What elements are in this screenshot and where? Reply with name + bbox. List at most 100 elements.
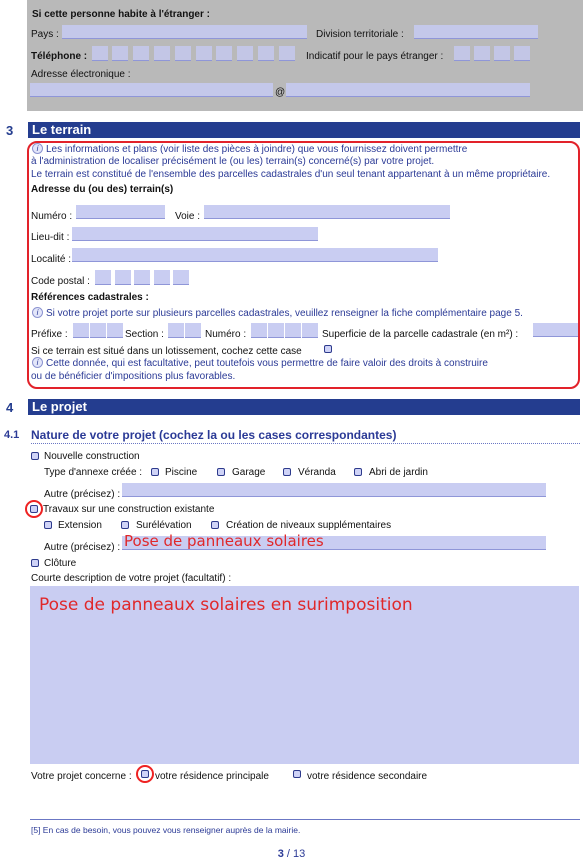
- footnote: [5] En cas de besoin, vous pouvez vous r…: [31, 825, 301, 835]
- indicatif-digit[interactable]: [514, 46, 530, 61]
- terrain-info-line1: Les informations et plans (voir liste de…: [46, 144, 468, 155]
- cloture-label: Clôture: [44, 558, 77, 569]
- page-separator: /: [283, 848, 294, 860]
- code-postal-label: Code postal :: [31, 276, 90, 287]
- telephone-digit[interactable]: [92, 46, 108, 61]
- cadastral-numero-digit[interactable]: [285, 323, 301, 338]
- autre1-field[interactable]: [122, 483, 546, 497]
- cadastral-numero-digit[interactable]: [302, 323, 318, 338]
- code-postal-digit[interactable]: [134, 270, 150, 285]
- cadastral-info: Si votre projet porte sur plusieurs parc…: [46, 308, 523, 319]
- section-label: Section :: [125, 329, 164, 340]
- veranda-label: Véranda: [298, 467, 336, 478]
- prefixe-digit[interactable]: [90, 323, 106, 338]
- surelevation-label: Surélévation: [136, 520, 192, 531]
- telephone-digit[interactable]: [133, 46, 149, 61]
- principale-checkbox[interactable]: [141, 770, 149, 778]
- telephone-digit[interactable]: [258, 46, 274, 61]
- telephone-digit[interactable]: [196, 46, 212, 61]
- adresse-label: Adresse électronique :: [31, 69, 131, 80]
- telephone-digit[interactable]: [237, 46, 253, 61]
- pays-field[interactable]: [62, 25, 307, 39]
- cadastral-numero-digit[interactable]: [251, 323, 267, 338]
- niveaux-label: Création de niveaux supplémentaires: [226, 520, 392, 531]
- code-postal-digit[interactable]: [154, 270, 170, 285]
- code-postal-digit[interactable]: [115, 270, 131, 285]
- cloture-checkbox[interactable]: [31, 559, 39, 567]
- numero-field[interactable]: [76, 205, 165, 219]
- superficie-field[interactable]: [533, 323, 578, 337]
- code-postal-digit[interactable]: [95, 270, 111, 285]
- voie-label: Voie :: [175, 211, 201, 222]
- piscine-checkbox[interactable]: [151, 468, 159, 476]
- autre2-handwritten-value: Pose de panneaux solaires: [124, 532, 324, 550]
- telephone-digit[interactable]: [112, 46, 128, 61]
- nouvelle-construction-checkbox[interactable]: [31, 452, 39, 460]
- division-label: Division territoriale :: [316, 29, 404, 40]
- prefixe-digit[interactable]: [107, 323, 123, 338]
- autre2-label: Autre (précisez) :: [44, 542, 121, 553]
- division-field[interactable]: [414, 25, 538, 39]
- telephone-digit[interactable]: [154, 46, 170, 61]
- veranda-checkbox[interactable]: [283, 468, 291, 476]
- lieudit-label: Lieu-dit :: [31, 232, 70, 243]
- prefixe-digit[interactable]: [73, 323, 89, 338]
- section4-title: Le projet: [28, 399, 580, 415]
- localite-field[interactable]: [72, 248, 438, 262]
- autre1-label: Autre (précisez) :: [44, 489, 121, 500]
- secondaire-label: votre résidence secondaire: [307, 771, 428, 782]
- page-total: 13: [293, 848, 306, 860]
- terrain-address-title: Adresse du (ou des) terrain(s): [31, 184, 174, 195]
- indicatif-digit[interactable]: [474, 46, 490, 61]
- extension-label: Extension: [58, 520, 102, 531]
- courte-description-label: Courte description de votre projet (facu…: [31, 573, 232, 584]
- section4-number: 4: [6, 400, 14, 415]
- info-icon: i: [32, 143, 43, 154]
- garage-label: Garage: [232, 467, 266, 478]
- at-sign: @: [275, 87, 286, 98]
- section3-number: 3: [6, 123, 14, 138]
- piscine-label: Piscine: [165, 467, 198, 478]
- page-number: 3 / 13: [0, 848, 583, 860]
- cadastral-numero-label: Numéro :: [205, 329, 247, 340]
- indicatif-label: Indicatif pour le pays étranger :: [306, 51, 444, 62]
- localite-label: Localité :: [31, 254, 72, 265]
- section3-title: Le terrain: [28, 122, 580, 138]
- surelevation-checkbox[interactable]: [121, 521, 129, 529]
- info-icon: i: [32, 357, 43, 368]
- section-digit[interactable]: [185, 323, 201, 338]
- secondaire-checkbox[interactable]: [293, 770, 301, 778]
- lotissement-info-line1: Cette donnée, qui est facultative, peut …: [46, 358, 488, 369]
- description-handwritten-value: Pose de panneaux solaires en surimpositi…: [39, 595, 413, 615]
- nouvelle-construction-label: Nouvelle construction: [44, 451, 140, 462]
- telephone-digit[interactable]: [216, 46, 232, 61]
- telephone-digit[interactable]: [175, 46, 191, 61]
- travaux-checkbox[interactable]: [30, 505, 38, 513]
- garage-checkbox[interactable]: [217, 468, 225, 476]
- numero-label: Numéro :: [31, 211, 73, 222]
- code-postal-digit[interactable]: [173, 270, 189, 285]
- voie-field[interactable]: [204, 205, 450, 219]
- prefixe-label: Préfixe :: [31, 329, 68, 340]
- principale-label: votre résidence principale: [155, 771, 269, 782]
- email-domain-field[interactable]: [286, 83, 530, 97]
- indicatif-digit[interactable]: [454, 46, 470, 61]
- indicatif-digit[interactable]: [494, 46, 510, 61]
- niveaux-checkbox[interactable]: [211, 521, 219, 529]
- email-local-field[interactable]: [30, 83, 273, 97]
- telephone-digit[interactable]: [279, 46, 295, 61]
- section-digit[interactable]: [168, 323, 184, 338]
- concerne-label: Votre projet concerne :: [31, 771, 132, 782]
- info-icon: i: [32, 307, 43, 318]
- cadastral-numero-digit[interactable]: [268, 323, 284, 338]
- lotissement-checkbox[interactable]: [324, 345, 332, 353]
- abri-checkbox[interactable]: [354, 468, 362, 476]
- subsection-rule: [31, 443, 580, 444]
- foreign-title: Si cette personne habite à l'étranger :: [32, 9, 210, 20]
- abri-label: Abri de jardin: [369, 467, 428, 478]
- lotissement-label: Si ce terrain est situé dans un lotissem…: [31, 346, 302, 357]
- lieudit-field[interactable]: [72, 227, 318, 241]
- travaux-label: Travaux sur une construction existante: [43, 504, 215, 515]
- extension-checkbox[interactable]: [44, 521, 52, 529]
- subsection-title: Nature de votre projet (cochez la ou les…: [31, 428, 397, 442]
